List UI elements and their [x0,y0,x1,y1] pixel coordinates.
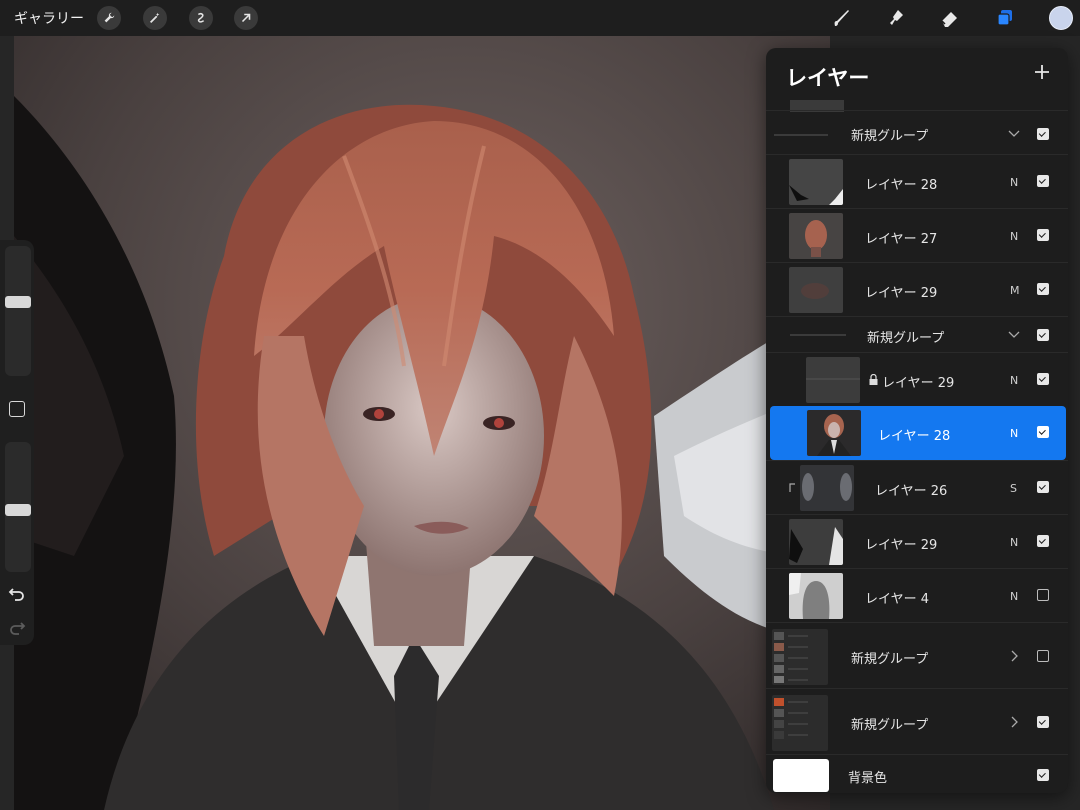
modify-button[interactable] [9,401,25,417]
lock-icon [869,374,878,385]
layer-thumbnail [789,159,843,205]
blend-mode[interactable]: N [1010,176,1018,189]
opacity-thumb[interactable] [5,504,31,516]
layer-name: レイヤー 27 [865,232,938,247]
visibility-checkbox[interactable] [1037,535,1049,547]
blend-mode[interactable]: M [1010,284,1020,297]
layer-name: レイヤー 29 [865,286,938,301]
layer-name: レイヤー 26 [875,484,948,499]
gallery-button[interactable]: ギャラリー [14,8,84,28]
transform-arrow-icon[interactable] [234,6,258,30]
visibility-checkbox[interactable] [1037,589,1049,601]
wrench-icon[interactable] [97,6,121,30]
blend-mode[interactable]: N [1010,590,1018,603]
brush-size-slider[interactable] [5,246,31,376]
selection-icon[interactable] [189,6,213,30]
visibility-checkbox[interactable] [1037,175,1049,187]
layer-row[interactable]: レイヤー 27 N [766,208,1068,263]
group-line [774,134,828,136]
layer-thumbnail [789,267,843,313]
layer-row[interactable]: レイヤー 26 S [766,460,1068,515]
eraser-icon[interactable] [936,4,964,32]
layer-name: レイヤー 28 [878,429,951,444]
layers-icon[interactable] [991,4,1019,32]
group-name: 新規グループ [851,652,929,667]
visibility-checkbox[interactable] [1037,769,1049,781]
blend-mode[interactable]: N [1010,374,1018,387]
visibility-checkbox[interactable] [1037,716,1049,728]
chevron-down-icon[interactable] [1008,329,1020,341]
background-color-row[interactable]: 背景色 [766,754,1068,793]
visibility-checkbox[interactable] [1037,283,1049,295]
layer-row[interactable]: レイヤー 29 N [766,514,1068,569]
blend-mode[interactable]: N [1010,230,1018,243]
group-thumbnail [772,629,828,685]
layer-row-selected[interactable]: レイヤー 28 N [770,406,1066,460]
layer-thumbnail [789,213,843,259]
undo-icon[interactable] [8,586,26,602]
layer-name: レイヤー 29 [865,538,938,553]
chevron-right-icon[interactable] [1008,716,1020,728]
layer-group-row[interactable]: 新規グループ [766,688,1068,755]
visibility-checkbox[interactable] [1037,481,1049,493]
color-picker-button[interactable] [1049,6,1073,30]
layer-thumbnail [800,465,854,511]
layer-group-row[interactable]: 新規グループ [766,622,1068,689]
group-name: 新規グループ [851,129,929,144]
top-toolbar: ギャラリー [0,0,1080,36]
opacity-slider[interactable] [5,442,31,572]
layer-row[interactable]: レイヤー 4 N [766,568,1068,623]
blend-mode[interactable]: N [1010,427,1018,440]
artwork-painting[interactable] [14,36,830,810]
layer-thumbnail [806,357,860,403]
layer-group-row[interactable]: 新規グループ [766,316,1068,353]
layer-name: レイヤー 29 [882,376,955,391]
layer-row[interactable]: レイヤー 29 M [766,262,1068,317]
visibility-checkbox[interactable] [1037,650,1049,662]
layers-panel: レイヤー 新規グループ レイヤー 28 N レイヤー 27 N レイヤー 29 … [766,48,1068,793]
visibility-checkbox[interactable] [1037,426,1049,438]
visibility-checkbox[interactable] [1037,128,1049,140]
chevron-right-icon[interactable] [1008,650,1020,662]
group-thumbnail [772,695,828,751]
left-sidebar [0,240,34,645]
visibility-checkbox[interactable] [1037,329,1049,341]
group-name: 新規グループ [851,718,929,733]
group-name: 新規グループ [867,331,945,346]
visibility-checkbox[interactable] [1037,373,1049,385]
layer-name: レイヤー 28 [865,178,938,193]
blend-mode[interactable]: N [1010,536,1018,549]
layer-name: 背景色 [848,771,888,786]
blend-mode[interactable]: S [1010,482,1017,495]
layer-row[interactable]: レイヤー 28 N [766,154,1068,209]
background-swatch[interactable] [773,759,829,792]
magic-wand-icon[interactable] [143,6,167,30]
layer-thumbnail [789,573,843,619]
chevron-down-icon[interactable] [1008,128,1020,140]
layer-thumbnail [807,410,861,456]
layers-panel-title: レイヤー [786,66,870,90]
layer-row[interactable]: レイヤー 29 N [766,352,1068,407]
plus-icon[interactable] [1032,62,1052,82]
layer-thumbnail [789,519,843,565]
redo-icon[interactable] [8,620,26,636]
visibility-checkbox[interactable] [1037,229,1049,241]
layer-group-row[interactable]: 新規グループ [766,110,1068,155]
smudge-icon[interactable] [882,4,910,32]
brush-icon[interactable] [828,4,856,32]
group-line [790,334,846,336]
clipping-mask-icon [789,483,795,492]
layer-name: レイヤー 4 [865,592,930,607]
brush-size-thumb[interactable] [5,296,31,308]
